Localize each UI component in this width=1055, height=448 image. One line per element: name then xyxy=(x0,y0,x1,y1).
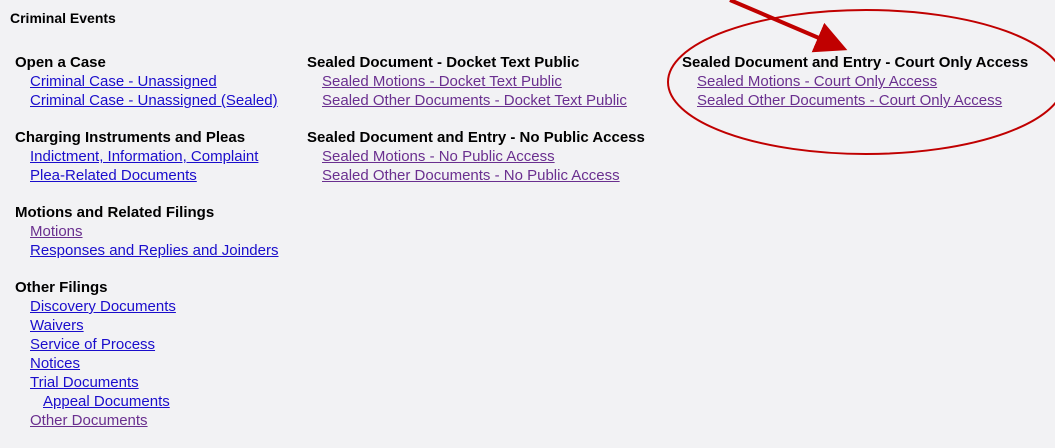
link-sealed-other-documents-court-only-access[interactable]: Sealed Other Documents - Court Only Acce… xyxy=(697,91,1028,110)
events-column-1: Open a Case Criminal Case - Unassigned C… xyxy=(15,53,279,448)
link-sealed-motions-no-public-access[interactable]: Sealed Motions - No Public Access xyxy=(322,147,645,166)
link-trial-documents[interactable]: Trial Documents xyxy=(30,373,279,392)
link-motions[interactable]: Motions xyxy=(30,222,279,241)
link-criminal-case-unassigned[interactable]: Criminal Case - Unassigned xyxy=(30,72,279,91)
events-column-3: Sealed Document and Entry - Court Only A… xyxy=(682,53,1028,128)
link-other-documents[interactable]: Other Documents xyxy=(30,411,279,430)
events-column-2: Sealed Document - Docket Text Public Sea… xyxy=(307,53,645,203)
page-title: Criminal Events xyxy=(10,10,116,26)
section-heading: Open a Case xyxy=(15,54,106,71)
link-indictment-information-complaint[interactable]: Indictment, Information, Complaint xyxy=(30,147,279,166)
link-sealed-other-documents-docket-text-public[interactable]: Sealed Other Documents - Docket Text Pub… xyxy=(322,91,645,110)
section-heading: Sealed Document and Entry - Court Only A… xyxy=(682,54,1029,71)
section-other-filings: Other Filings Discovery Documents Waiver… xyxy=(15,278,279,430)
section-sealed-docket-text-public: Sealed Document - Docket Text Public Sea… xyxy=(307,53,645,110)
section-heading: Sealed Document - Docket Text Public xyxy=(307,54,580,71)
link-responses-replies-joinders[interactable]: Responses and Replies and Joinders xyxy=(30,241,279,260)
link-waivers[interactable]: Waivers xyxy=(30,316,279,335)
section-open-a-case: Open a Case Criminal Case - Unassigned C… xyxy=(15,53,279,110)
link-criminal-case-unassigned-sealed[interactable]: Criminal Case - Unassigned (Sealed) xyxy=(30,91,279,110)
link-appeal-documents[interactable]: Appeal Documents xyxy=(30,392,279,411)
section-heading: Sealed Document and Entry - No Public Ac… xyxy=(307,129,645,146)
link-discovery-documents[interactable]: Discovery Documents xyxy=(30,297,279,316)
link-sealed-motions-court-only-access[interactable]: Sealed Motions - Court Only Access xyxy=(697,72,1028,91)
section-heading: Other Filings xyxy=(15,279,108,296)
section-sealed-no-public-access: Sealed Document and Entry - No Public Ac… xyxy=(307,128,645,185)
section-motions-related-filings: Motions and Related Filings Motions Resp… xyxy=(15,203,279,260)
link-sealed-other-documents-no-public-access[interactable]: Sealed Other Documents - No Public Acces… xyxy=(322,166,645,185)
section-sealed-court-only-access: Sealed Document and Entry - Court Only A… xyxy=(682,53,1028,110)
section-heading: Charging Instruments and Pleas xyxy=(15,129,246,146)
annotation-arrow xyxy=(729,0,848,53)
link-plea-related-documents[interactable]: Plea-Related Documents xyxy=(30,166,279,185)
link-notices[interactable]: Notices xyxy=(30,354,279,373)
link-sealed-motions-docket-text-public[interactable]: Sealed Motions - Docket Text Public xyxy=(322,72,645,91)
section-heading: Motions and Related Filings xyxy=(15,204,215,221)
link-service-of-process[interactable]: Service of Process xyxy=(30,335,279,354)
section-charging-instruments: Charging Instruments and Pleas Indictmen… xyxy=(15,128,279,185)
